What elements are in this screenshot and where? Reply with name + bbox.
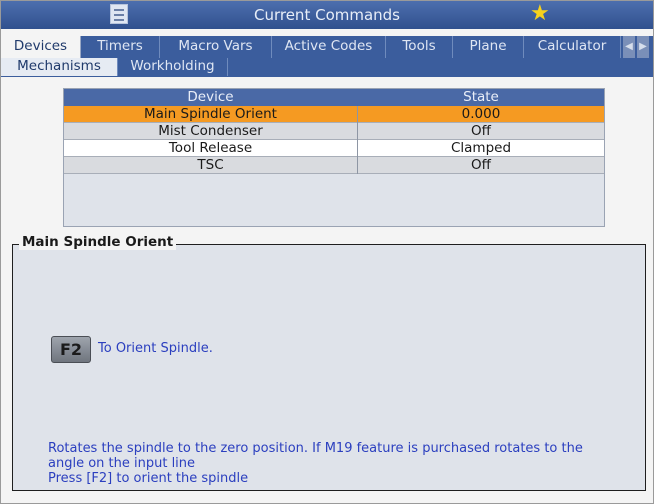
star-icon[interactable]: ★ xyxy=(530,2,550,26)
tab-plane[interactable]: Plane xyxy=(453,36,524,58)
device-name: Main Spindle Orient xyxy=(144,106,277,122)
panel-title: Main Spindle Orient xyxy=(19,234,177,250)
devices-table: Device State Main Spindle Orient 0.000 M… xyxy=(63,88,605,227)
sub-tab-bar: Mechanisms Workholding xyxy=(1,58,653,77)
device-name: TSC xyxy=(197,157,224,173)
help-description: Rotates the spindle to the zero position… xyxy=(48,441,638,486)
description-line: Rotates the spindle to the zero position… xyxy=(48,441,583,456)
device-state: Off xyxy=(471,123,491,139)
window-title: Current Commands xyxy=(253,6,400,24)
window: Current Commands ★ Devices Timers Macro … xyxy=(0,0,654,504)
description-line: angle on the input line xyxy=(48,456,196,471)
table-row[interactable]: Mist Condenser Off xyxy=(64,123,604,140)
device-name: Tool Release xyxy=(168,140,253,156)
arrow-right-icon[interactable]: ▶ xyxy=(637,36,649,58)
table-header: Device State xyxy=(64,89,604,106)
table-row[interactable]: Tool Release Clamped xyxy=(64,140,604,157)
device-name: Mist Condenser xyxy=(158,123,263,139)
device-state: Off xyxy=(471,157,491,173)
column-header-device: Device xyxy=(187,89,234,105)
f2-action-text: To Orient Spindle. xyxy=(98,341,213,356)
tab-devices[interactable]: Devices xyxy=(1,36,81,58)
title-bar: Current Commands ★ xyxy=(1,1,653,29)
tab-active-codes[interactable]: Active Codes xyxy=(272,36,386,58)
description-line: Press [F2] to orient the spindle xyxy=(48,471,249,486)
device-state: Clamped xyxy=(450,140,512,156)
main-tab-bar: Devices Timers Macro Vars Active Codes T… xyxy=(1,36,653,58)
tab-tools[interactable]: Tools xyxy=(386,36,453,58)
column-header-state: State xyxy=(463,89,499,105)
tab-workholding[interactable]: Workholding xyxy=(118,58,228,76)
f2-key-button[interactable]: F2 xyxy=(51,336,91,363)
tab-mechanisms[interactable]: Mechanisms xyxy=(1,58,118,76)
device-state: 0.000 xyxy=(461,106,501,122)
tab-timers[interactable]: Timers xyxy=(81,36,160,58)
arrow-left-icon[interactable]: ◀ xyxy=(623,36,635,58)
tab-macro-vars[interactable]: Macro Vars xyxy=(160,36,272,58)
table-row[interactable]: TSC Off xyxy=(64,157,604,174)
tab-calculator[interactable]: Calculator xyxy=(524,36,621,58)
table-row-selected[interactable]: Main Spindle Orient 0.000 xyxy=(64,106,604,123)
